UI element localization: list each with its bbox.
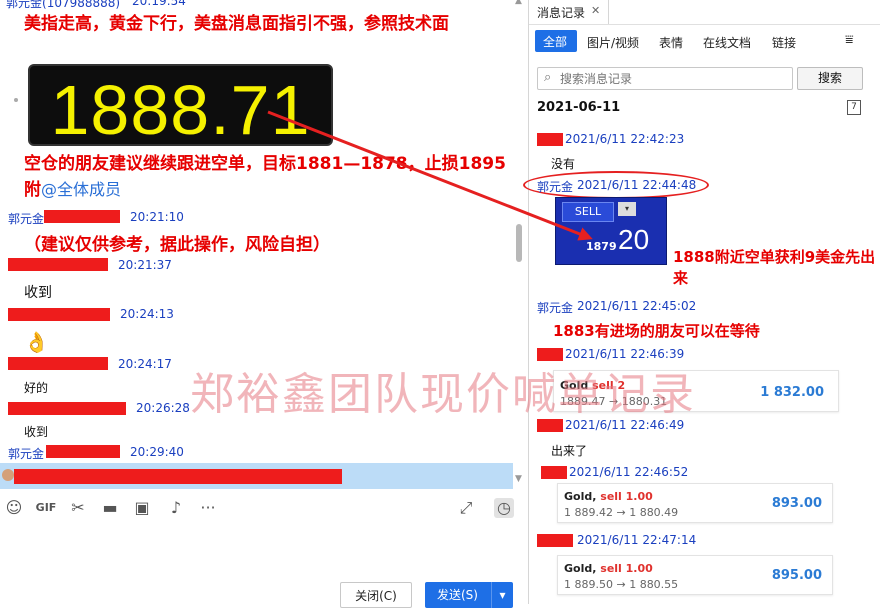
- watermark: 郑裕鑫团队现价喊单记录: [190, 369, 696, 420]
- annotation-arrow: [267, 110, 593, 241]
